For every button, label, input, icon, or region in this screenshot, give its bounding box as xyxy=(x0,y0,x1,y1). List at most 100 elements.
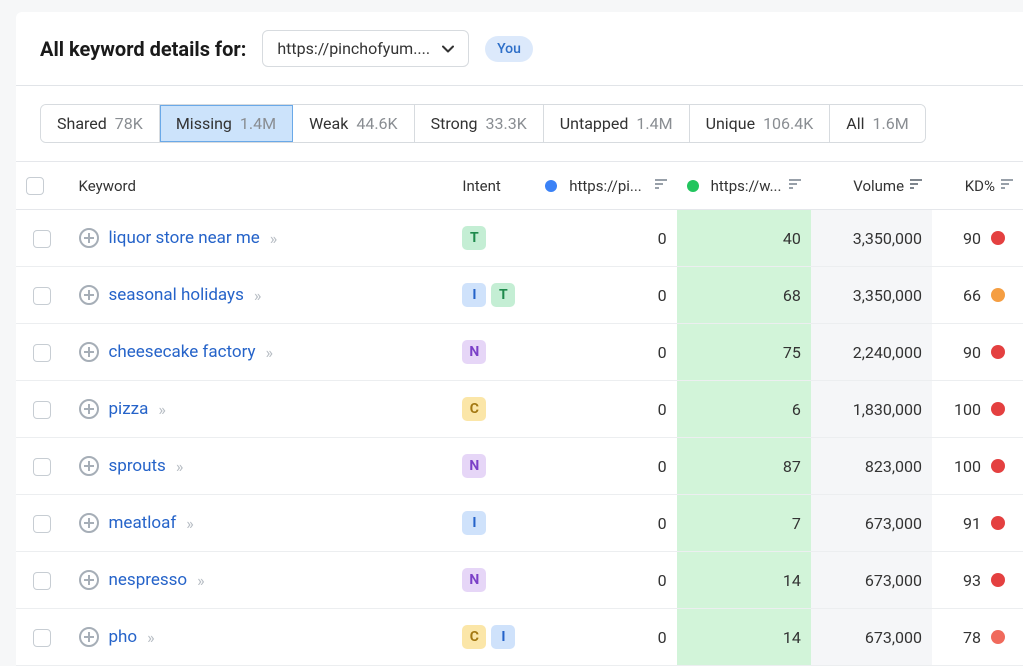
filter-tab-count: 1.6M xyxy=(873,114,909,133)
competitor-a-value: 0 xyxy=(535,495,676,552)
add-keyword-icon[interactable] xyxy=(79,399,99,419)
table-row: meatloaf»I07673,00091 xyxy=(16,495,1023,552)
sort-icon xyxy=(789,178,801,193)
col-header-volume-label: Volume xyxy=(853,177,904,195)
you-badge: You xyxy=(485,36,533,62)
url-selector-text: https://pinchofyum.... xyxy=(277,39,430,58)
select-all-checkbox[interactable] xyxy=(26,177,44,195)
row-checkbox[interactable] xyxy=(33,401,51,419)
filter-tab-shared[interactable]: Shared 78K xyxy=(41,105,160,142)
volume-value: 673,000 xyxy=(811,552,932,609)
double-chevron-icon[interactable]: » xyxy=(176,457,184,476)
keyword-link[interactable]: liquor store near me xyxy=(109,228,260,248)
competitor-a-value: 0 xyxy=(535,210,676,267)
table-row: cheesecake factory»N0752,240,00090 xyxy=(16,324,1023,381)
keyword-link[interactable]: sprouts xyxy=(109,456,166,476)
keyword-link[interactable]: cheesecake factory xyxy=(109,342,256,362)
competitor-a-value: 0 xyxy=(535,609,676,666)
add-keyword-icon[interactable] xyxy=(79,228,99,248)
kd-value: 100 xyxy=(954,400,981,419)
filter-tab-label: Shared xyxy=(57,114,107,133)
col-header-kd[interactable]: KD% xyxy=(932,162,1023,210)
add-keyword-icon[interactable] xyxy=(79,285,99,305)
kd-value: 78 xyxy=(963,628,981,647)
col-header-intent[interactable]: Intent xyxy=(452,162,535,210)
sort-icon xyxy=(1001,178,1013,193)
double-chevron-icon[interactable]: » xyxy=(254,286,262,305)
intent-badges: T xyxy=(462,226,525,250)
dot-icon xyxy=(545,180,557,192)
double-chevron-icon[interactable]: » xyxy=(197,571,205,590)
competitor-b-value: 87 xyxy=(677,438,811,495)
sort-icon xyxy=(910,178,922,193)
add-keyword-icon[interactable] xyxy=(79,513,99,533)
sort-icon xyxy=(655,178,667,193)
add-keyword-icon[interactable] xyxy=(79,456,99,476)
col-header-competitor-a[interactable]: https://pi... xyxy=(535,162,676,210)
double-chevron-icon[interactable]: » xyxy=(270,229,278,248)
table-row: pizza»C061,830,000100 xyxy=(16,381,1023,438)
add-keyword-icon[interactable] xyxy=(79,342,99,362)
intent-badge-n: N xyxy=(462,568,486,592)
table-row: sprouts»N087823,000100 xyxy=(16,438,1023,495)
keyword-link[interactable]: meatloaf xyxy=(109,513,177,533)
volume-value: 823,000 xyxy=(811,438,932,495)
col-header-competitor-a-label: https://pi... xyxy=(569,177,648,195)
filter-tab-weak[interactable]: Weak44.6K xyxy=(293,105,414,142)
kd-difficulty-dot-icon xyxy=(991,516,1005,530)
table-row: liquor store near me»T0403,350,00090 xyxy=(16,210,1023,267)
page-header: All keyword details for: https://pinchof… xyxy=(16,12,1023,86)
row-checkbox[interactable] xyxy=(33,230,51,248)
kd-value: 91 xyxy=(963,514,981,533)
dot-icon xyxy=(687,180,699,192)
url-selector[interactable]: https://pinchofyum.... xyxy=(262,30,469,67)
col-header-volume[interactable]: Volume xyxy=(811,162,932,210)
intent-badges: N xyxy=(462,454,525,478)
col-header-keyword[interactable]: Keyword xyxy=(69,162,453,210)
filter-tab-label: Untapped xyxy=(560,114,629,133)
intent-badge-t: T xyxy=(491,283,515,307)
row-checkbox[interactable] xyxy=(33,458,51,476)
filter-tab-count: 33.3K xyxy=(486,114,527,133)
keyword-link[interactable]: pho xyxy=(109,627,138,647)
keyword-link[interactable]: nespresso xyxy=(109,570,188,590)
kd-difficulty-dot-icon xyxy=(991,231,1005,245)
keyword-link[interactable]: seasonal holidays xyxy=(109,285,244,305)
row-checkbox[interactable] xyxy=(33,515,51,533)
row-checkbox[interactable] xyxy=(33,629,51,647)
filter-tab-label: All xyxy=(846,114,864,133)
filter-tab-count: 106.4K xyxy=(763,114,813,133)
double-chevron-icon[interactable]: » xyxy=(186,514,194,533)
row-checkbox[interactable] xyxy=(33,572,51,590)
filter-tab-untapped[interactable]: Untapped1.4M xyxy=(544,105,690,142)
col-header-checkbox xyxy=(16,162,69,210)
competitor-b-value: 68 xyxy=(677,267,811,324)
double-chevron-icon[interactable]: » xyxy=(158,400,166,419)
filter-tab-unique[interactable]: Unique106.4K xyxy=(690,105,831,142)
intent-badges: N xyxy=(462,340,525,364)
kd-difficulty-dot-icon xyxy=(991,573,1005,587)
filter-tabs: Shared 78K Missing1.4MWeak44.6KStrong33.3K… xyxy=(16,86,1023,161)
row-checkbox[interactable] xyxy=(33,287,51,305)
double-chevron-icon[interactable]: » xyxy=(147,628,155,647)
competitor-b-value: 14 xyxy=(677,552,811,609)
intent-badges: CI xyxy=(462,625,525,649)
filter-tab-strong[interactable]: Strong33.3K xyxy=(415,105,544,142)
page-title: All keyword details for: xyxy=(40,37,246,61)
filter-tab-all[interactable]: All 1.6M xyxy=(830,105,924,142)
add-keyword-icon[interactable] xyxy=(79,627,99,647)
row-checkbox[interactable] xyxy=(33,344,51,362)
intent-badge-i: I xyxy=(462,511,486,535)
intent-badges: N xyxy=(462,568,525,592)
filter-tab-count: 78K xyxy=(115,114,143,133)
chevron-down-icon xyxy=(442,45,454,53)
add-keyword-icon[interactable] xyxy=(79,570,99,590)
filter-tab-missing[interactable]: Missing1.4M xyxy=(160,105,293,142)
double-chevron-icon[interactable]: » xyxy=(266,343,274,362)
volume-value: 673,000 xyxy=(811,609,932,666)
intent-badge-t: T xyxy=(462,226,486,250)
keyword-link[interactable]: pizza xyxy=(109,399,149,419)
kd-difficulty-dot-icon xyxy=(991,402,1005,416)
competitor-b-value: 6 xyxy=(677,381,811,438)
col-header-competitor-b[interactable]: https://w... xyxy=(677,162,811,210)
